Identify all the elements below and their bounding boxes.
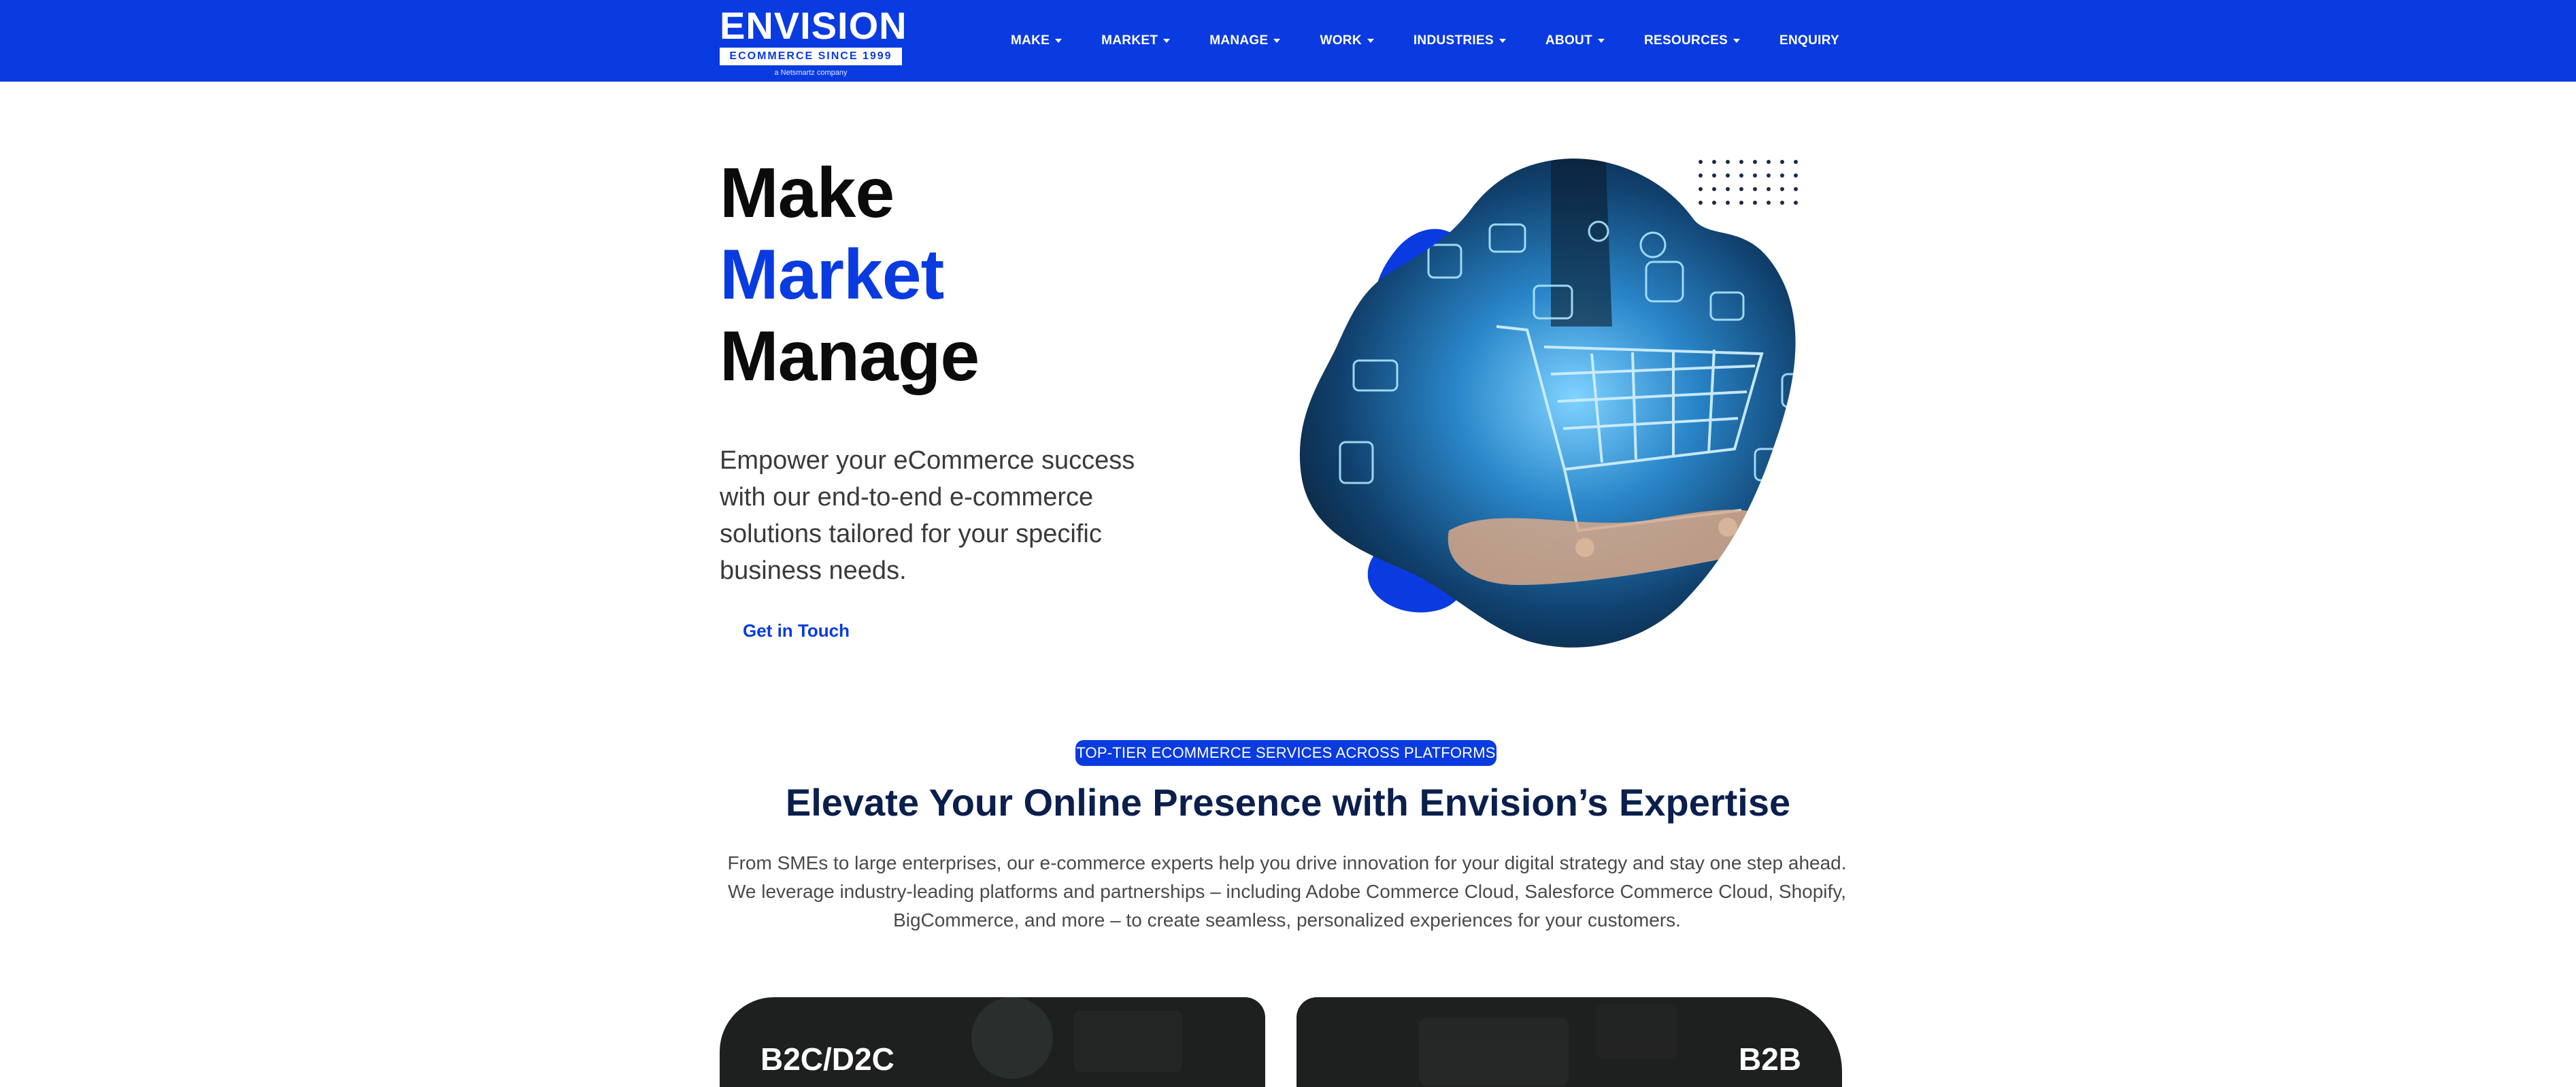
nav-item-label: MAKE [1011, 33, 1050, 48]
dot-grid-decoration [1699, 160, 1798, 205]
nav-item-label: INDUSTRIES [1413, 33, 1494, 48]
nav-item-label: RESOURCES [1643, 33, 1728, 48]
caret-down-icon [1367, 39, 1374, 43]
logo-wordmark: ENVISION [720, 4, 907, 47]
hero-description: Empower your eCommerce success with our … [720, 446, 1135, 585]
caret-down-icon [1055, 39, 1063, 43]
hero-heading: Make Market Manage [720, 152, 980, 397]
nav-item-work[interactable]: WORK [1320, 33, 1374, 48]
caret-down-icon [1273, 39, 1281, 43]
caret-down-icon [1499, 39, 1506, 43]
card-b2c-d2c[interactable]: B2C/D2C [720, 997, 1265, 1087]
top-navbar: ENVISION ECOMMERCE SINCE 1999 a Netsmart… [0, 0, 2576, 82]
logo-subtitle: a Netsmartz company [774, 69, 848, 77]
logo-tagline: ECOMMERCE SINCE 1999 [720, 48, 902, 65]
nav-item-enquiry[interactable]: ENQUIRY [1779, 33, 1839, 48]
nav-item-about[interactable]: ABOUT [1545, 33, 1605, 48]
card-title: B2C/D2C [760, 1041, 894, 1077]
caret-down-icon [1733, 39, 1741, 43]
nav-item-label: MANAGE [1209, 33, 1269, 48]
nav-item-label: MARKET [1101, 33, 1158, 48]
nav-item-industries[interactable]: INDUSTRIES [1414, 33, 1506, 48]
services-badge: TOP-TIER ECOMMERCE SERVICES ACROSS PLATF… [1075, 740, 1496, 766]
get-in-touch-link[interactable]: Get in Touch [743, 620, 850, 641]
hero-line-market: Market [720, 235, 944, 314]
card-b2b[interactable]: B2B [1297, 997, 1842, 1087]
main-nav: MAKE MARKET MANAGE WORK INDUSTRIES ABOUT… [1011, 0, 1839, 82]
nav-item-manage[interactable]: MANAGE [1209, 33, 1281, 48]
hero-line-make: Make [720, 154, 894, 233]
services-description: From SMEs to large enterprises, our e-co… [727, 852, 1847, 931]
nav-item-resources[interactable]: RESOURCES [1643, 33, 1741, 48]
nav-item-market[interactable]: MARKET [1101, 33, 1171, 48]
hero-line-manage: Manage [720, 317, 980, 396]
caret-down-icon [1597, 39, 1605, 43]
nav-item-label: ENQUIRY [1779, 33, 1840, 48]
nav-item-label: WORK [1320, 33, 1362, 48]
services-title: Elevate Your Online Presence with Envisi… [785, 781, 1791, 824]
nav-item-label: ABOUT [1545, 33, 1592, 48]
envision-logo[interactable]: ENVISION ECOMMERCE SINCE 1999 a Netsmart… [720, 4, 907, 77]
caret-down-icon [1163, 39, 1171, 43]
card-title: B2B [1738, 1041, 1801, 1077]
nav-item-make[interactable]: MAKE [1011, 33, 1063, 48]
hero-illustration [1299, 158, 1798, 648]
